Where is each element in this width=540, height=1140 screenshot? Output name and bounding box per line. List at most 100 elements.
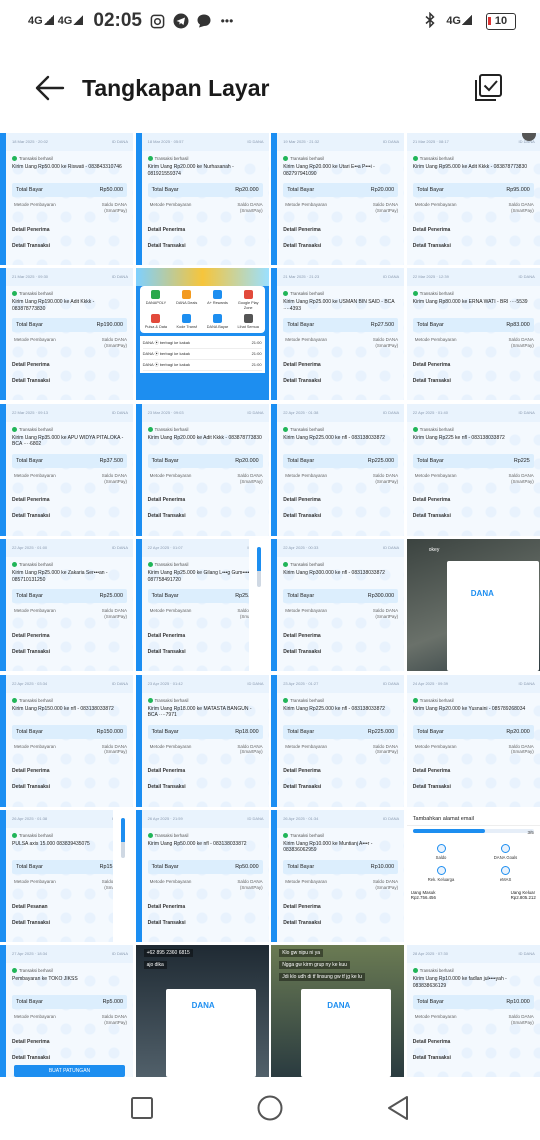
payment-method-row: Metode Pembayaran Saldo DANA(SmartPay) bbox=[142, 468, 269, 485]
receipt-thumbnail[interactable]: 23 Mar 2025 · 09:03 ID DANA Transaksi berh… bbox=[135, 403, 269, 536]
method-value: Saldo DANA(SmartPay) bbox=[102, 608, 127, 620]
receipt-thumbnail[interactable]: 22 Apr 2025 · 01:07ID DANATransaksi berh… bbox=[135, 539, 269, 672]
receipt-id: ID DANA bbox=[247, 680, 264, 686]
total-payment-row: Total Bayar Rp10.000 bbox=[283, 859, 399, 874]
dana-profile-thumbnail[interactable]: Tambahkan alamat email 3/5 Saldo DANA Goals… bbox=[406, 809, 540, 942]
receipt-thumbnail[interactable]: 22 Apr 2025 · 03:34 ID DANA Transaksi berh… bbox=[0, 674, 133, 807]
receipt-id: ID DANA bbox=[111, 545, 128, 551]
receipt-date: 22 Apr 2025 · 01:38 bbox=[283, 409, 319, 415]
receipt-header: 21 Mar 2025 · 21:23 ID DANA bbox=[277, 268, 405, 287]
profile-menu-item[interactable]: Rek. Keluarga bbox=[411, 865, 472, 882]
receipt-thumbnail[interactable]: 21 Mar 2025 · 09:30 ID DANA Transaksi berh… bbox=[0, 268, 133, 401]
success-status: Transaksi berhasil bbox=[407, 151, 540, 161]
receipt-date: 21 Mar 2025 · 21:23 bbox=[283, 274, 320, 280]
photo-thumbnail[interactable]: okey DANA bbox=[406, 539, 540, 672]
total-amount: Rp10.000 bbox=[506, 999, 530, 1006]
receipt-title: Kirim Uang Rp300.000 ke nfl - 0831380338… bbox=[283, 570, 385, 577]
total-amount: Rp225.000 bbox=[367, 728, 395, 735]
feed-row: DANA ⦿ berbagi ke kakak 21:00 bbox=[142, 349, 262, 360]
payment-method-row: Metode Pembayaran Saldo DANA(SmartPay) bbox=[142, 739, 269, 756]
receipt-thumbnail[interactable]: 26 Apr 2025 · 21:59 ID DANA Transaksi berh… bbox=[135, 809, 269, 942]
total-amount: Rp27.500 bbox=[370, 322, 395, 329]
total-payment-row: Total Bayar Rp95.000 bbox=[412, 183, 534, 197]
receipt-thumbnail[interactable]: 28 Apr 2025 · 07:30 ID DANA Transaksi berh… bbox=[406, 945, 540, 1077]
receipt-id: ID DANA bbox=[247, 815, 264, 821]
back-button[interactable] bbox=[30, 68, 70, 108]
receipt-thumbnail[interactable]: 22 Apr 2025 · 01:00 ID DANA Transaksi berh… bbox=[0, 539, 133, 672]
total-amount: Rp20.000 bbox=[370, 187, 395, 193]
method-value: Saldo DANA(SmartPay) bbox=[102, 337, 127, 349]
home-button[interactable] bbox=[255, 1093, 285, 1123]
section-heading: Detail Transaksi bbox=[283, 513, 322, 520]
receipt-date: 23 Apr 2025 · 01:27 bbox=[283, 680, 319, 686]
profile-menu-item[interactable]: eMAS bbox=[475, 865, 536, 882]
recent-apps-button[interactable] bbox=[127, 1093, 157, 1123]
receipt-thumbnail[interactable]: 21 Mar 2025 · 08:17 ID DANA Transaksi berh… bbox=[406, 133, 540, 265]
receipt-id: ID DANA bbox=[111, 409, 128, 415]
section-heading: Detail Penerima bbox=[412, 497, 451, 504]
profile-menu-item[interactable]: DANA Goals bbox=[475, 843, 536, 860]
volume-side-panel bbox=[113, 809, 133, 942]
receipt-thumbnail[interactable]: 21 Mar 2025 · 21:23 ID DANA Transaksi berh… bbox=[271, 268, 405, 401]
method-value-1: Saldo DANA bbox=[101, 202, 127, 207]
select-button[interactable] bbox=[472, 72, 504, 104]
section-heading: Detail Transaksi bbox=[147, 919, 186, 926]
receipt-header: 22 Mar 2025 · 12:39 ID DANA bbox=[406, 268, 540, 287]
method-value: Saldo DANA(SmartPay) bbox=[373, 608, 398, 620]
receipt-thumbnail[interactable]: 18 Mar 2025 · 20:02 ID DANA Transaksi berh… bbox=[0, 133, 133, 265]
receipt-thumbnail[interactable]: 22 Mar 2025 · 12:39 ID DANA Transaksi berh… bbox=[406, 268, 540, 401]
total-payment-row: Total Bayar Rp20.000 bbox=[147, 183, 263, 197]
method-value: Saldo DANA(SmartPay) bbox=[373, 202, 398, 214]
receipt-thumbnail[interactable]: 26 Apr 2025 · 01:38ID DANATransaksi berh… bbox=[0, 809, 133, 942]
volume-slider[interactable] bbox=[256, 547, 261, 588]
receipt-thumbnail[interactable]: 22 Apr 2025 · 00:33 ID DANA Transaksi berh… bbox=[271, 539, 405, 672]
profile-menu-item[interactable]: Saldo bbox=[411, 843, 472, 860]
feed-label: DANA ⦿ berbagi ke kakak bbox=[142, 361, 190, 367]
split-bill-button[interactable]: BUAT PATUNGAN bbox=[14, 1065, 125, 1077]
receipt-thumbnail[interactable]: 26 Apr 2025 · 01:34 ID DANA Transaksi berh… bbox=[271, 809, 405, 942]
app-icon bbox=[182, 313, 192, 323]
receipt-thumbnail[interactable]: 22 Mar 2025 · 09:13 ID DANA Transaksi berh… bbox=[0, 403, 133, 536]
receipt-thumbnail[interactable]: 22 Apr 2025 · 01:40 ID DANA Transaksi berh… bbox=[406, 403, 540, 536]
feed-time: 21:00 bbox=[251, 339, 262, 345]
total-label: Total Bayar bbox=[16, 322, 43, 329]
receipt-header: 26 Apr 2025 · 01:34 ID DANA bbox=[277, 809, 405, 828]
total-amount: Rp95.000 bbox=[506, 187, 530, 193]
square-icon bbox=[131, 1096, 153, 1119]
receipt-thumbnail[interactable]: 23 Apr 2025 · 01:27 ID DANA Transaksi berh… bbox=[271, 674, 405, 807]
receipt-header: 22 Apr 2025 · 01:00 ID DANA bbox=[6, 539, 133, 558]
receipt-id: ID DANA bbox=[382, 409, 400, 415]
method-label: Metode Pembayaran bbox=[414, 337, 457, 343]
feed-row: DANA ⦿ berbagi ke kakak 21:00 bbox=[142, 360, 262, 371]
back-nav-button[interactable] bbox=[383, 1093, 413, 1123]
total-amount: Rp25.000 bbox=[99, 593, 123, 600]
receipt-thumbnail[interactable]: 22 Apr 2025 · 01:38 ID DANA Transaksi berh… bbox=[271, 403, 405, 536]
volume-slider[interactable] bbox=[121, 817, 125, 858]
section-heading: Detail Transaksi bbox=[412, 242, 451, 249]
photo-thumbnail[interactable]: +62 895 2360 6815 ajo dika DANA bbox=[135, 945, 269, 1077]
receipt-header: 27 Apr 2025 · 18:34 ID DANA bbox=[6, 945, 133, 964]
volume-side-panel bbox=[248, 539, 269, 672]
method-value-1: Saldo DANA bbox=[237, 472, 263, 478]
app-bar: Tangkapan Layar bbox=[0, 60, 540, 116]
success-status: Transaksi berhasil bbox=[407, 286, 540, 297]
receipt-title: Kirim Uang Rp20.000 ke Adit Kkkk - 08387… bbox=[147, 434, 262, 441]
receipt-thumbnail[interactable]: 24 Apr 2025 · 09:39 ID DANA Transaksi berh… bbox=[406, 674, 540, 807]
section-heading: Detail Penerima bbox=[12, 632, 50, 639]
balance-out-value: Rp2.805.212 bbox=[510, 894, 536, 900]
success-status: Transaksi berhasil bbox=[142, 828, 269, 838]
payment-method-row: Metode Pembayaran Saldo DANA(SmartPay) bbox=[277, 332, 404, 349]
photo-thumbnail[interactable]: Klo gw nipu ni ya Ngga gw kirm grup ny ke… bbox=[271, 945, 405, 1077]
receipt-thumbnail[interactable]: 27 Apr 2025 · 18:34 ID DANA Transaksi berh… bbox=[0, 945, 133, 1077]
receipt-thumbnail[interactable]: 19 Mar 2025 · 21:32 ID DANA Transaksi berh… bbox=[271, 133, 405, 265]
total-amount: Rp10.000 bbox=[370, 863, 395, 870]
method-value: Saldo DANA(SmartPay) bbox=[237, 744, 262, 756]
promo-banner bbox=[135, 268, 269, 287]
receipt-id: ID DANA bbox=[111, 274, 128, 280]
receipt-thumbnail[interactable]: 23 Apr 2025 · 01:42 ID DANA Transaksi berh… bbox=[135, 674, 269, 807]
dana-home-thumbnail[interactable]: DANAPOLY DANA Deals A+ Rewards Google Play … bbox=[135, 268, 269, 401]
payment-method-row: Metode Pembayaran Saldo DANA(SmartPay) bbox=[407, 197, 540, 214]
method-label: Metode Pembayaran bbox=[285, 743, 327, 749]
receipt-date: 22 Mar 2025 · 12:39 bbox=[412, 274, 449, 280]
receipt-thumbnail[interactable]: 18 Mar 2025 · 05:57 ID DANA Transaksi berh… bbox=[135, 133, 269, 265]
